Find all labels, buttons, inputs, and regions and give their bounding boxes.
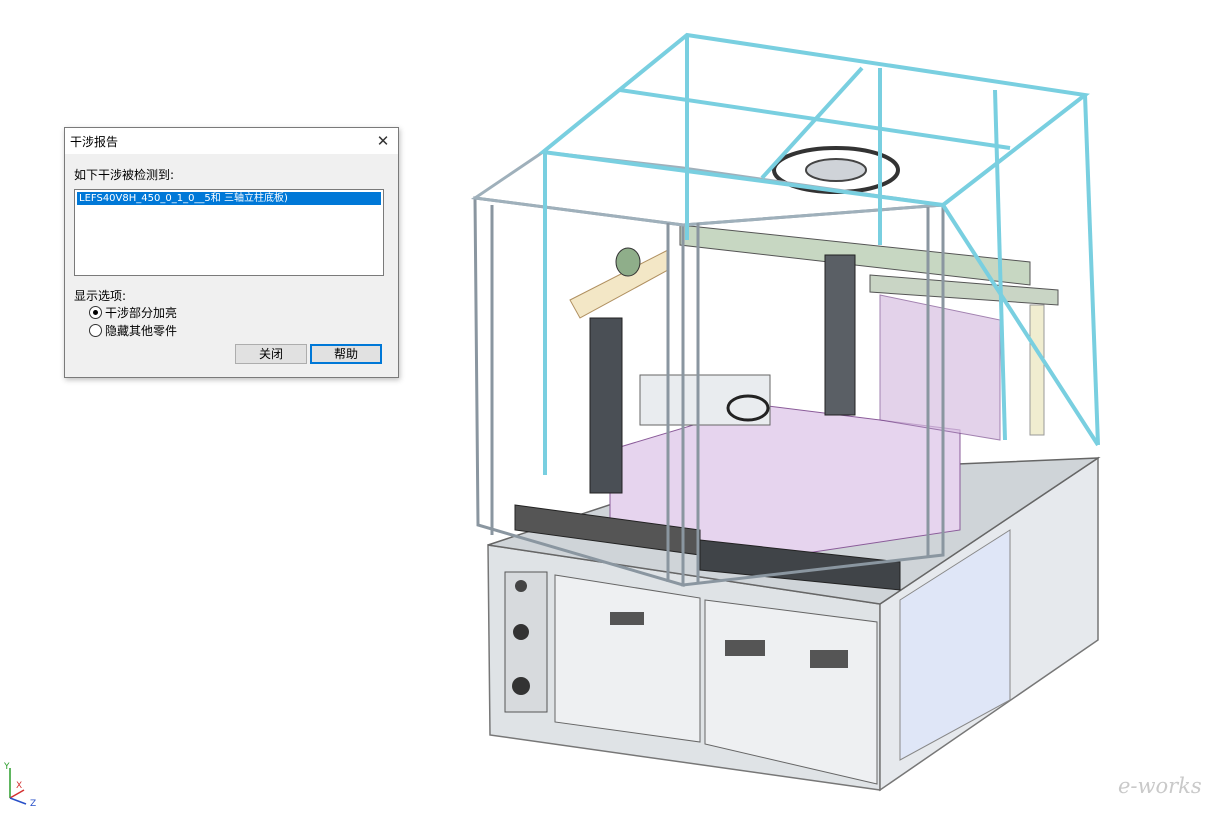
axis-z-label: Z [30, 799, 36, 808]
hide-other-parts-label: 隐藏其他零件 [105, 324, 178, 338]
coordinate-triad-icon: Y X Z [2, 760, 42, 809]
interference-list[interactable]: LEFS40V8H_450_0_1_0__5和 三轴立柱底板) [74, 189, 384, 276]
radio-checked-icon[interactable] [89, 306, 102, 319]
dialog-titlebar[interactable]: 干涉报告 ✕ [65, 128, 398, 154]
display-options-label: 显示选项: [74, 289, 127, 303]
dialog-title: 干涉报告 [70, 135, 119, 149]
machine-assembly-model [470, 32, 1101, 792]
highlight-interference-option[interactable]: 干涉部分加亮 [89, 304, 177, 321]
help-button[interactable]: 帮助 [310, 344, 382, 364]
close-icon[interactable]: ✕ [368, 128, 398, 154]
hide-other-parts-option[interactable]: 隐藏其他零件 [89, 322, 177, 339]
interference-list-item[interactable]: LEFS40V8H_450_0_1_0__5和 三轴立柱底板) [77, 192, 381, 205]
cad-viewport[interactable] [0, 0, 1206, 812]
highlight-interference-label: 干涉部分加亮 [105, 306, 178, 320]
radio-unchecked-icon[interactable] [89, 324, 102, 337]
interference-report-dialog: 干涉报告 ✕ 如下干涉被检测到: LEFS40V8H_450_0_1_0__5和… [64, 127, 399, 378]
close-button[interactable]: 关闭 [235, 344, 307, 364]
eworks-watermark-logo: e-works [1118, 774, 1202, 798]
axis-x-label: X [16, 781, 22, 791]
detected-prompt: 如下干涉被检测到: [74, 168, 175, 182]
axis-y-label: Y [3, 762, 10, 772]
